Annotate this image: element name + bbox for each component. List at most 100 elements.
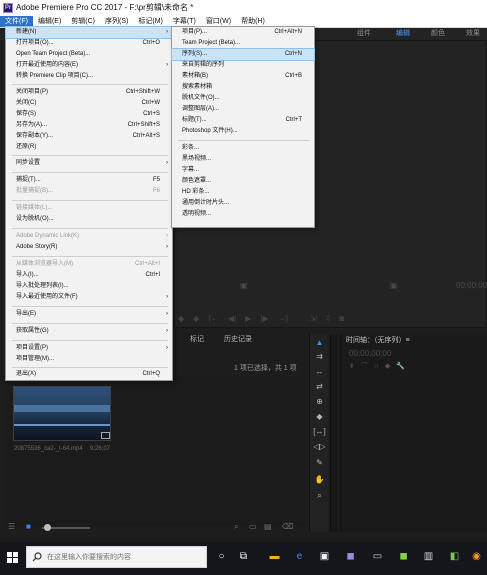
submenu-item-bars-tone[interactable]: 彩条...: [172, 143, 314, 154]
slip-tool-icon[interactable]: [↔]: [310, 427, 329, 437]
terminal-icon[interactable]: ▭: [370, 549, 385, 564]
workspace-effects[interactable]: 效果: [466, 28, 480, 40]
submenu-item-sequence[interactable]: 序列(S)... Ctrl+N: [171, 48, 315, 61]
dreamweaver-icon[interactable]: ◼: [396, 549, 411, 564]
menu-item-open-team-project[interactable]: Open Team Project (Beta)...: [6, 49, 172, 60]
selection-tool-icon[interactable]: ▲: [310, 338, 329, 348]
mark-out-icon[interactable]: ◆: [193, 314, 199, 326]
submenu-item-project[interactable]: 项目(P)... Ctrl+Alt+N: [172, 27, 314, 38]
mark-in-icon[interactable]: ◆: [178, 314, 184, 326]
slide-tool-icon[interactable]: ◁▷: [310, 442, 329, 452]
clip-duration: 9;26;07: [90, 446, 111, 452]
menu-item-save-as[interactable]: 另存为(A)... Ctrl+Shift+S: [6, 120, 172, 131]
taskbar-search-box[interactable]: [26, 546, 207, 568]
windows-start-icon[interactable]: [7, 552, 19, 564]
submenu-item-captions[interactable]: 字幕...: [172, 165, 314, 176]
search-icon[interactable]: ⌕: [234, 522, 238, 532]
menu-item-revert[interactable]: 还原(R): [6, 142, 172, 153]
menu-item-sync-settings[interactable]: 同步设置 ›: [6, 158, 172, 169]
thumbnail-zoom-knob[interactable]: [44, 524, 51, 531]
clip-name[interactable]: 20875536_ca2-_t-64.mp4: [14, 446, 83, 452]
submenu-item-black-video[interactable]: 黑场视频...: [172, 154, 314, 165]
timeline-timecode[interactable]: 00;00;00;00: [349, 349, 391, 358]
insert-icon[interactable]: ⇲: [310, 314, 317, 326]
menu-item-close[interactable]: 关闭(C) Ctrl+W: [6, 98, 172, 109]
workspace-assembly[interactable]: 组件: [357, 28, 371, 40]
rolling-edit-tool-icon[interactable]: ⇄: [310, 382, 329, 392]
step-forward-icon[interactable]: |▶: [260, 314, 268, 326]
store-icon[interactable]: ▣: [317, 549, 332, 564]
submenu-item-bin[interactable]: 素材箱(B) Ctrl+B: [172, 71, 314, 82]
cortana-icon[interactable]: ○: [214, 549, 229, 564]
rate-stretch-tool-icon[interactable]: ⊕: [310, 397, 329, 407]
tab-markers[interactable]: 标记: [190, 334, 204, 344]
ripple-edit-tool-icon[interactable]: ↔: [310, 367, 329, 377]
submenu-item-transparent-video[interactable]: 透明视频...: [172, 209, 314, 220]
submenu-item-offline-file[interactable]: 脱机文件(O)...: [172, 93, 314, 104]
submenu-item-photoshop-file[interactable]: Photoshop 文件(H)...: [172, 126, 314, 137]
icon-view-icon[interactable]: ■: [26, 522, 31, 531]
premiere-app-icon: Pr: [3, 3, 13, 13]
track-select-tool-icon[interactable]: ⇉: [310, 352, 329, 362]
submenu-item-adjustment-layer[interactable]: 调整图层(A)...: [172, 104, 314, 115]
chevron-right-icon: ›: [166, 160, 168, 166]
submenu-item-color-matte[interactable]: 颜色遮罩...: [172, 176, 314, 187]
tools-panel: ▲ ⇉ ↔ ⇄ ⊕ ◆ [↔] ◁▷ ✎ ✋ ⌕: [309, 334, 328, 532]
submenu-item-sequence-from-clip[interactable]: 来自剪辑的序列: [172, 60, 314, 71]
play-icon[interactable]: ▶: [245, 314, 251, 326]
premiere-taskbar-icon[interactable]: ◼: [343, 549, 358, 564]
menu-item-get-properties[interactable]: 获取属性(G) ›: [6, 326, 172, 337]
trash-icon[interactable]: ⌫: [282, 522, 293, 531]
taskbar-search-input[interactable]: [47, 549, 203, 565]
thumbnail-horizon: [14, 424, 110, 426]
menu-item-make-offline[interactable]: 设为脱机(O)...: [6, 214, 172, 225]
menu-item-project-settings[interactable]: 项目设置(P) ›: [6, 343, 172, 354]
workspace-color[interactable]: 颜色: [431, 28, 445, 40]
media-icon[interactable]: ◉: [469, 549, 484, 564]
menu-item-close-project[interactable]: 关闭项目(P) Ctrl+Shift+W: [6, 87, 172, 98]
menu-item-import-recent[interactable]: 导入最近使用的文件(F) ›: [6, 292, 172, 303]
razor-tool-icon[interactable]: ◆: [310, 412, 329, 422]
folder-icon[interactable]: ▭: [249, 522, 257, 531]
workspace-editing[interactable]: 编辑: [396, 28, 410, 40]
submenu-item-title[interactable]: 标题(T)... Ctrl+T: [172, 115, 314, 126]
list-view-icon[interactable]: ☰: [8, 522, 15, 531]
pen-tool-icon[interactable]: ✎: [310, 458, 329, 468]
menu-item-import-batch-list[interactable]: 导入批处理列表(I)...: [6, 281, 172, 292]
zoom-tool-icon[interactable]: ⌕: [310, 491, 329, 501]
submenu-item-search-bin[interactable]: 搜索素材箱: [172, 82, 314, 93]
edge-icon[interactable]: e: [292, 549, 307, 564]
clip-thumbnail[interactable]: [13, 386, 111, 441]
menu-item-convert-clip-project[interactable]: 转换 Premiere Clip 项目(C)...: [6, 71, 172, 82]
menu-item-dynamic-link: Adobe Dynamic Link(K) ›: [6, 231, 172, 242]
menu-item-new[interactable]: 新建(N) ›: [5, 26, 173, 39]
menu-item-capture[interactable]: 捕捉(T)... F5: [6, 175, 172, 186]
pc-icon[interactable]: ▥: [421, 549, 436, 564]
submenu-item-hd-bars[interactable]: HD 彩条...: [172, 187, 314, 198]
timeline-tool-icons[interactable]: ⇟⌒∩◆🔧: [349, 361, 411, 371]
go-in-icon[interactable]: {←: [208, 314, 219, 326]
menu-item-adobe-story[interactable]: Adobe Story(R) ›: [6, 242, 172, 253]
submenu-item-countdown-leader[interactable]: 通用倒计时片头...: [172, 198, 314, 209]
project-panel-tabs: 标记 历史记录: [174, 334, 304, 346]
camera-icon[interactable]: ◙: [339, 314, 344, 326]
submenu-item-team-project[interactable]: Team Project (Beta)...: [172, 38, 314, 49]
menu-item-project-manager[interactable]: 项目管理(M)...: [6, 354, 172, 365]
menu-item-import[interactable]: 导入(I)... Ctrl+I: [6, 270, 172, 281]
menu-item-open-project[interactable]: 打开项目(O)... Ctrl+O: [6, 38, 172, 49]
step-back-icon[interactable]: ◀|: [228, 314, 236, 326]
notes-icon[interactable]: ◧: [447, 549, 462, 564]
overwrite-icon[interactable]: ⇳: [325, 314, 332, 326]
go-out-icon[interactable]: →}: [278, 314, 289, 326]
menu-item-exit[interactable]: 退出(X) Ctrl+Q: [6, 369, 172, 380]
menu-item-open-recent[interactable]: 打开最近使用的内容(E) ›: [6, 60, 172, 71]
hand-tool-icon[interactable]: ✋: [310, 475, 329, 485]
tab-history[interactable]: 历史记录: [224, 334, 252, 344]
menu-item-save[interactable]: 保存(S) Ctrl+S: [6, 109, 172, 120]
menu-item-export[interactable]: 导出(E) ›: [6, 309, 172, 320]
task-view-icon[interactable]: ⧉: [236, 549, 251, 564]
timeline-title: 时间轴：（无序列）≡: [346, 337, 410, 344]
menu-item-save-copy[interactable]: 保存副本(Y)... Ctrl+Alt+S: [6, 131, 172, 142]
new-item-icon[interactable]: ▤: [264, 522, 272, 531]
file-explorer-icon[interactable]: ▬: [267, 549, 282, 564]
